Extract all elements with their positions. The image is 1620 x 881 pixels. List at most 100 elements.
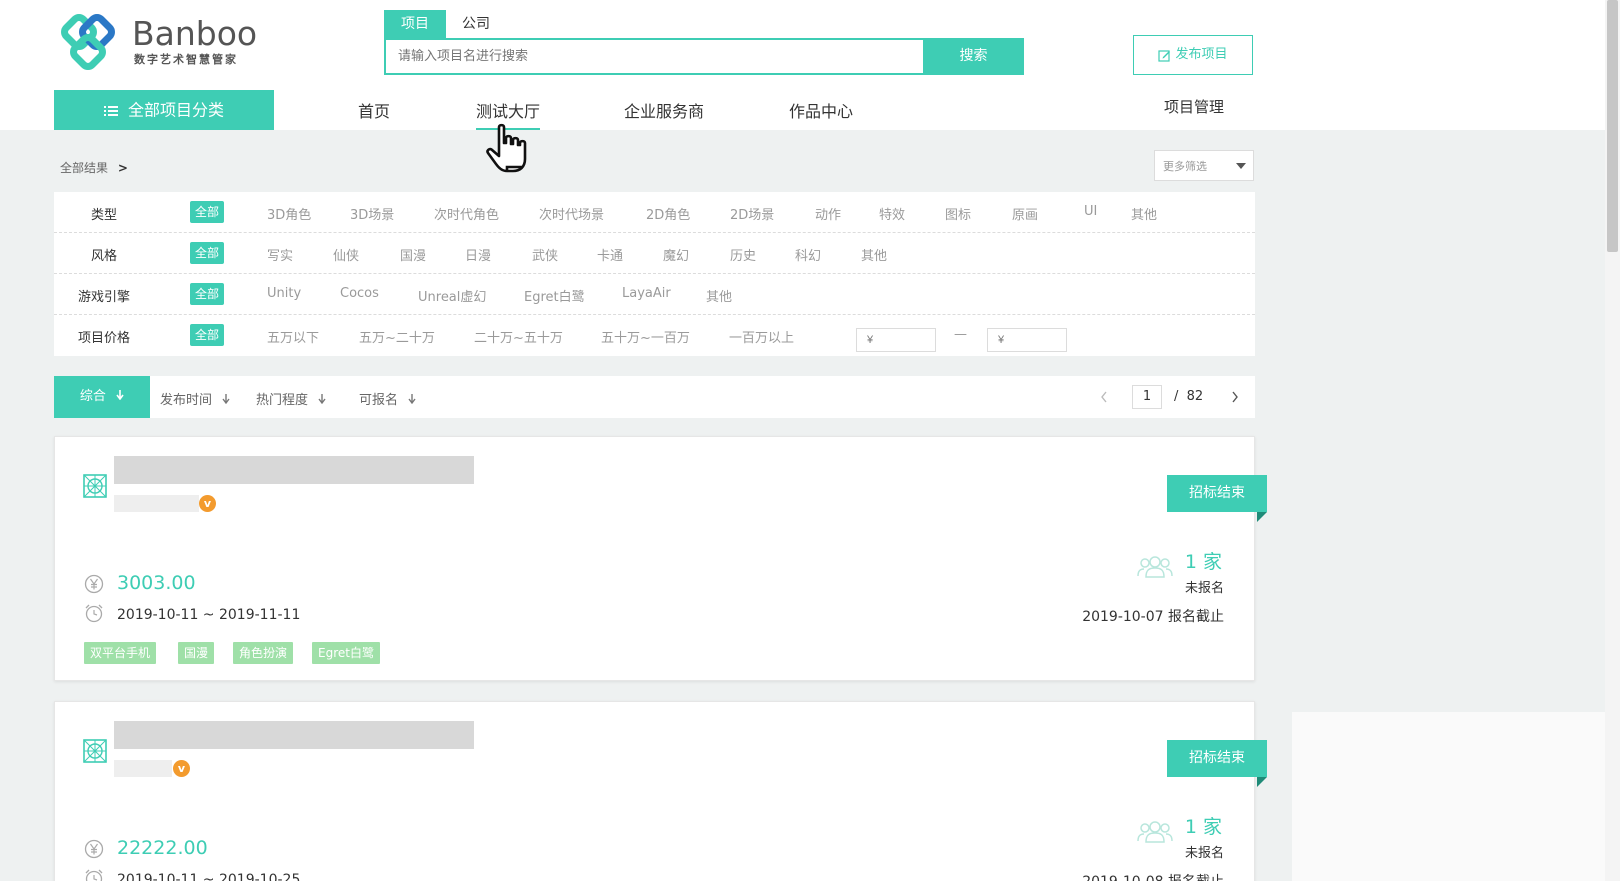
brand-tagline: 数字艺术智慧管家: [134, 53, 238, 66]
more-filter-label: 更多筛选: [1163, 160, 1207, 173]
filter-label: 游戏引擎: [77, 290, 130, 305]
project-card[interactable]: v 招标结束 22222.00 2019-10-11 ~ 2019-10-25 …: [54, 701, 1267, 881]
sort-publish-time[interactable]: 发布时间: [160, 389, 230, 408]
filter-option[interactable]: 武侠: [532, 245, 558, 264]
sort-open-registration[interactable]: 可报名: [359, 389, 416, 408]
scrollbar-thumb[interactable]: [1607, 0, 1618, 252]
filter-option[interactable]: 特效: [879, 204, 905, 223]
filter-option[interactable]: 图标: [945, 204, 971, 223]
filter-option[interactable]: 魔幻: [663, 245, 689, 264]
filter-option[interactable]: LayaAir: [622, 286, 671, 301]
filter-all-chip[interactable]: 全部: [190, 201, 225, 223]
project-tag[interactable]: Egret白鹭: [312, 642, 380, 664]
project-date-range: 2019-10-11 ~ 2019-10-25: [117, 872, 301, 881]
yen-icon: [84, 839, 104, 859]
filter-option[interactable]: Egret白鹭: [524, 286, 585, 305]
ribbon-fold: [1257, 512, 1267, 522]
sort-down-icon: [408, 394, 416, 404]
clock-icon: [84, 868, 104, 881]
sort-comprehensive[interactable]: 综合: [54, 376, 150, 418]
search-input[interactable]: [384, 38, 924, 75]
nav-home[interactable]: 首页: [358, 98, 390, 122]
filter-option[interactable]: 日漫: [465, 245, 491, 264]
nav-works-center[interactable]: 作品中心: [789, 98, 853, 122]
filter-row-style: 风格 全部 写实 仙侠 国漫 日漫 武侠 卡通 魔幻 历史 科幻 其他: [54, 233, 1255, 274]
filter-option[interactable]: 3D角色: [267, 204, 311, 223]
sort-down-icon: [116, 390, 124, 400]
breadcrumb-all-results[interactable]: 全部结果: [60, 161, 108, 175]
page-number-input[interactable]: 1: [1132, 385, 1162, 409]
prev-page-icon[interactable]: [1100, 391, 1108, 403]
filter-option[interactable]: Unity: [267, 286, 301, 301]
more-filter-dropdown[interactable]: 更多筛选: [1154, 150, 1254, 181]
search-tab-company[interactable]: 公司: [446, 10, 506, 38]
filter-option[interactable]: 历史: [730, 245, 756, 264]
filter-option[interactable]: 次时代角色: [434, 204, 499, 223]
brand-name: Banboo: [132, 14, 258, 53]
price-max-input[interactable]: [987, 328, 1067, 352]
filter-option[interactable]: 写实: [267, 245, 293, 264]
filter-option[interactable]: 国漫: [400, 245, 426, 264]
project-card[interactable]: v 招标结束 3003.00 2019-10-11 ~ 2019-11-11 双…: [54, 436, 1267, 681]
filter-option[interactable]: 卡通: [597, 245, 623, 264]
publish-project-label: 发布项目: [1175, 47, 1228, 62]
filter-option-selected[interactable]: 2D角色: [646, 204, 690, 223]
project-tag[interactable]: 国漫: [178, 642, 215, 664]
breadcrumb-separator: >: [117, 161, 128, 175]
filter-option[interactable]: UI: [1084, 204, 1097, 219]
filter-all-chip[interactable]: 全部: [190, 324, 225, 346]
filter-option[interactable]: 五万~二十万: [359, 327, 435, 346]
filter-option[interactable]: 3D场景: [350, 204, 394, 223]
nav-project-management[interactable]: 项目管理: [1164, 96, 1224, 117]
filter-option[interactable]: 原画: [1012, 204, 1038, 223]
filter-option[interactable]: 五十万~一百万: [601, 327, 690, 346]
price-min-input[interactable]: [856, 328, 936, 352]
filter-option[interactable]: 二十万~五十万: [474, 327, 563, 346]
project-tag[interactable]: 双平台手机: [84, 642, 157, 664]
next-page-icon[interactable]: [1231, 391, 1239, 403]
search-button[interactable]: 搜索: [923, 38, 1024, 75]
registration-status: 未报名: [1184, 846, 1224, 861]
filter-panel: 类型 全部 3D角色 3D场景 次时代角色 次时代场景 2D角色 2D场景 动作…: [54, 192, 1255, 356]
sort-open-registration-label: 可报名: [359, 393, 399, 408]
filter-option[interactable]: 仙侠: [333, 245, 359, 264]
project-icon: [83, 739, 107, 763]
filter-option[interactable]: 其他: [1131, 204, 1157, 223]
all-categories-label: 全部项目分类: [127, 100, 224, 120]
project-icon: [83, 474, 107, 498]
filter-option[interactable]: 五万以下: [267, 327, 319, 346]
sort-publish-time-label: 发布时间: [160, 393, 213, 408]
sort-down-icon: [318, 394, 326, 404]
clock-icon: [84, 603, 104, 623]
filter-option[interactable]: 2D场景: [730, 204, 774, 223]
project-title-placeholder[interactable]: [114, 456, 474, 484]
nav-service-providers[interactable]: 企业服务商: [624, 98, 704, 122]
filter-option[interactable]: 科幻: [795, 245, 821, 264]
sort-comprehensive-label: 综合: [79, 389, 106, 404]
all-categories-button[interactable]: 全部项目分类: [54, 90, 274, 130]
filter-option[interactable]: 次时代场景: [539, 204, 604, 223]
filter-option[interactable]: 动作: [815, 204, 841, 223]
project-tag[interactable]: 角色扮演: [233, 642, 294, 664]
filter-option[interactable]: Unreal虚幻: [418, 286, 486, 305]
filter-option[interactable]: 一百万以上: [729, 327, 794, 346]
status-ribbon: 招标结束: [1167, 475, 1267, 512]
sort-popularity-label: 热门程度: [256, 393, 309, 408]
project-price: 22222.00: [117, 837, 208, 859]
sort-popularity[interactable]: 热门程度: [256, 389, 326, 408]
project-date-range: 2019-10-11 ~ 2019-11-11: [117, 607, 301, 623]
total-pages: / 82: [1174, 389, 1204, 404]
status-ribbon: 招标结束: [1167, 740, 1267, 777]
search-tab-project[interactable]: 项目: [384, 10, 446, 38]
project-title-placeholder[interactable]: [114, 721, 474, 749]
logo-icon[interactable]: [58, 14, 118, 72]
filter-all-chip[interactable]: 全部: [190, 283, 225, 305]
filter-option[interactable]: Cocos: [340, 286, 379, 301]
breadcrumb: 全部结果 >: [60, 159, 128, 176]
filter-option[interactable]: 其他: [706, 286, 732, 305]
filter-all-chip[interactable]: 全部: [190, 242, 225, 264]
publish-project-button[interactable]: 发布项目: [1133, 35, 1253, 75]
edit-icon: [1158, 49, 1171, 62]
filter-option[interactable]: 其他: [861, 245, 887, 264]
ribbon-fold: [1257, 777, 1267, 787]
